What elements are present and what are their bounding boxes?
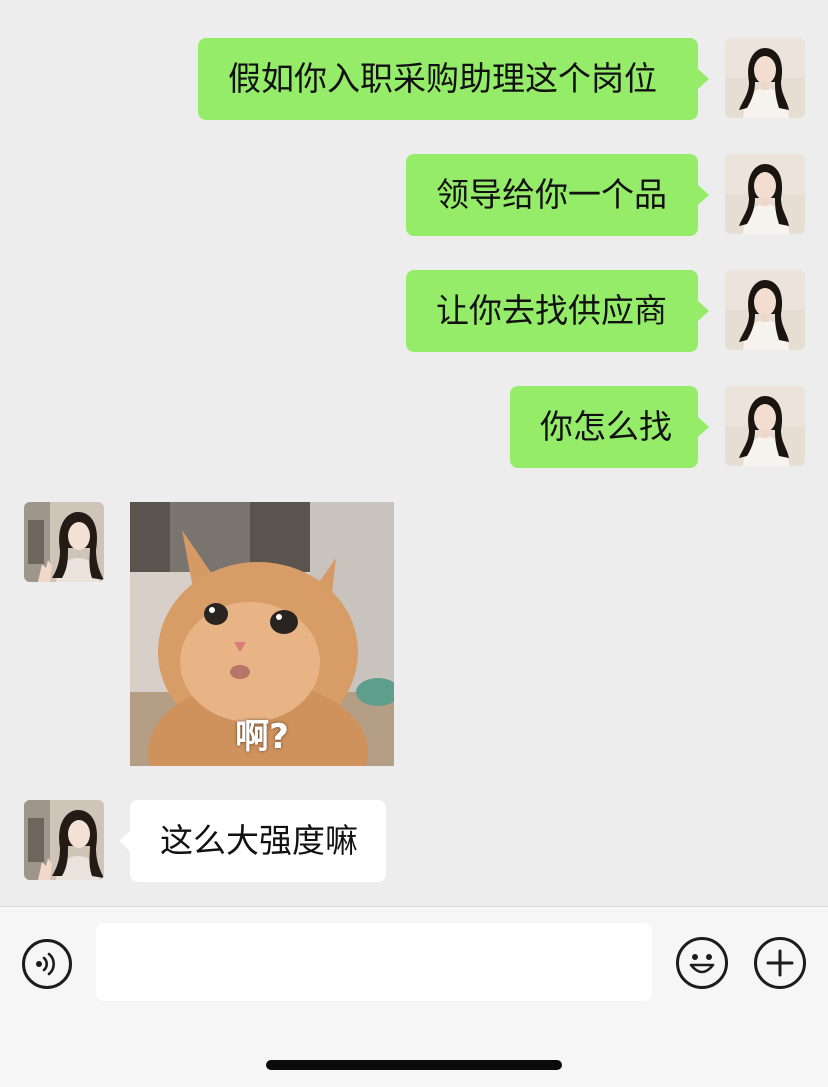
plus-icon — [766, 949, 794, 977]
message-text: 让你去找供应商 — [436, 291, 667, 330]
my-avatar[interactable] — [725, 38, 805, 118]
message-text: 领导给你一个品 — [436, 175, 667, 214]
message-bubble-received[interactable]: 这么大强度嘛 — [119, 800, 386, 882]
message-input[interactable] — [96, 923, 652, 1001]
voice-input-button[interactable] — [22, 939, 72, 989]
contact-avatar[interactable] — [24, 502, 104, 582]
contact-avatar[interactable] — [24, 800, 104, 880]
sticker-caption: 啊? — [235, 717, 289, 757]
my-avatar[interactable] — [725, 386, 805, 466]
message-bubble-sent[interactable]: 假如你入职采购助理这个岗位 — [198, 38, 709, 120]
cat-sticker-message[interactable]: 啊? — [130, 502, 394, 766]
message-text: 假如你入职采购助理这个岗位 — [228, 59, 657, 98]
message-bubble-sent[interactable]: 你怎么找 — [510, 386, 709, 468]
message-bubble-sent[interactable]: 领导给你一个品 — [406, 154, 709, 236]
home-indicator[interactable] — [266, 1060, 562, 1070]
message-text: 你怎么找 — [540, 407, 672, 446]
avatar-image — [725, 154, 805, 234]
more-button[interactable] — [754, 937, 806, 989]
avatar-image — [24, 800, 104, 880]
avatar-image — [24, 502, 104, 582]
avatar-image — [725, 386, 805, 466]
message-bubble-sent[interactable]: 让你去找供应商 — [406, 270, 709, 352]
emoji-icon — [689, 954, 715, 974]
my-avatar[interactable] — [725, 154, 805, 234]
avatar-image — [725, 270, 805, 350]
voice-input-icon — [36, 952, 55, 976]
my-avatar[interactable] — [725, 270, 805, 350]
emoji-button[interactable] — [676, 937, 728, 989]
avatar-image — [725, 38, 805, 118]
message-text: 这么大强度嘛 — [160, 821, 358, 860]
